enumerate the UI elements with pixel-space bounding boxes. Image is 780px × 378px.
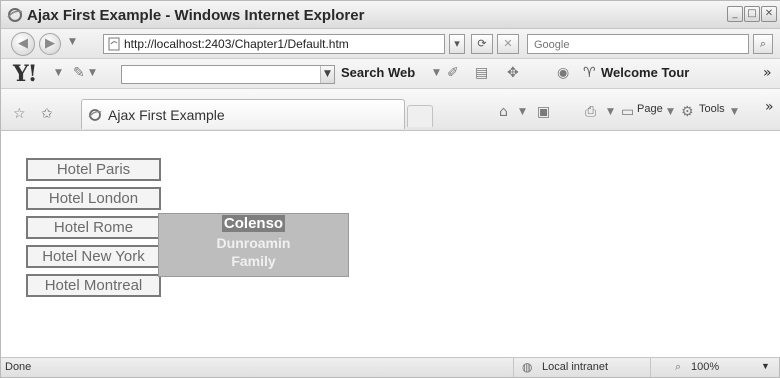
window-controls: _ □ ✕ xyxy=(727,6,777,22)
tools-menu[interactable]: Tools xyxy=(699,103,725,115)
status-text: Done xyxy=(5,361,32,373)
minimize-button[interactable]: _ xyxy=(727,6,743,22)
feeds-icon[interactable]: ▣ xyxy=(537,104,550,120)
hotel-new-york-button[interactable]: Hotel New York xyxy=(26,245,161,268)
tools-gear-icon: ⚙ xyxy=(681,104,694,120)
ie-page-icon xyxy=(88,109,102,121)
hotel-rome-button[interactable]: Hotel Rome xyxy=(26,216,161,239)
popup-line: Family xyxy=(231,253,276,269)
address-url: http://localhost:2403/Chapter1/Default.h… xyxy=(124,37,349,51)
toolbar-overflow-icon[interactable]: » xyxy=(763,65,772,81)
zoom-dropdown-icon[interactable]: ▼ xyxy=(761,361,770,371)
address-row: ◀ ▶ ▼ http://localhost:2403/Chapter1/Def… xyxy=(1,29,780,59)
maximize-button[interactable]: □ xyxy=(744,6,760,22)
refresh-button[interactable]: ⟳ xyxy=(471,34,493,54)
browser-window: Ajax First Example - Windows Internet Ex… xyxy=(0,0,780,378)
welcome-tour-button[interactable]: Welcome Tour xyxy=(601,65,689,80)
page-menu[interactable]: Page xyxy=(637,103,663,115)
yahoo-logo[interactable]: Y! xyxy=(13,61,37,87)
signpost-icon: ♈ xyxy=(583,65,596,81)
compass-icon[interactable]: ✥ xyxy=(507,65,519,81)
history-dropdown-icon[interactable]: ▼ xyxy=(69,37,76,47)
popup-title: Colenso xyxy=(221,215,286,232)
new-tab-button[interactable] xyxy=(407,105,433,127)
title-bar: Ajax First Example - Windows Internet Ex… xyxy=(1,1,780,29)
hotel-paris-button[interactable]: Hotel Paris xyxy=(26,158,161,181)
tools-dropdown-icon[interactable]: ▼ xyxy=(731,107,738,117)
pencil-icon[interactable]: ✎ xyxy=(73,65,85,81)
highlighter-icon[interactable]: ✐ xyxy=(447,65,459,81)
yahoo-search-field[interactable]: ▼ xyxy=(121,65,335,84)
home-icon[interactable]: ⌂ xyxy=(499,104,508,120)
tab-ajax-first-example[interactable]: Ajax First Example xyxy=(81,99,405,129)
page-dropdown-icon[interactable]: ▼ xyxy=(667,107,674,117)
back-button[interactable]: ◀ xyxy=(11,32,35,56)
pencil-dropdown-icon[interactable]: ▼ xyxy=(89,68,96,78)
page-icon xyxy=(108,37,120,51)
hotel-info-popup: Colenso Dunroamin Family xyxy=(158,213,349,277)
home-dropdown-icon[interactable]: ▼ xyxy=(519,107,526,117)
add-favorites-icon[interactable]: ✩ xyxy=(41,106,53,122)
print-dropdown-icon[interactable]: ▼ xyxy=(607,107,614,117)
yahoo-menu-arrow-icon[interactable]: ▼ xyxy=(55,68,62,78)
yahoo-search-dropdown[interactable]: ▼ xyxy=(320,66,334,83)
favorites-star-icon[interactable]: ☆ xyxy=(13,106,26,122)
search-web-dropdown-icon[interactable]: ▼ xyxy=(433,68,440,78)
stop-button[interactable]: ✕ xyxy=(497,34,519,54)
search-input[interactable] xyxy=(532,36,736,54)
tab-row: ☆ ✩ Ajax First Example ⌂ ▼ ▣ ⎙ ▼ ▭ Page … xyxy=(1,89,780,131)
address-bar[interactable]: http://localhost:2403/Chapter1/Default.h… xyxy=(103,34,445,54)
status-bar: Done ◍ Local intranet ⌕ 100% ▼ xyxy=(1,357,779,377)
window-title: Ajax First Example - Windows Internet Ex… xyxy=(27,7,365,24)
popup-line: Dunroamin xyxy=(216,235,291,251)
yahoo-toolbar: Y! ▼ ✎ ▼ ▼ Search Web ▼ ✐ ▤ ✥ ◉ ♈ Welcom… xyxy=(1,59,780,89)
hotel-montreal-button[interactable]: Hotel Montreal xyxy=(26,274,161,297)
tab-title: Ajax First Example xyxy=(108,107,225,123)
zone-label: Local intranet xyxy=(542,361,609,373)
page-content: Hotel Paris Hotel London Hotel Rome Hote… xyxy=(1,131,780,357)
intranet-icon: ◍ xyxy=(522,360,533,374)
close-button[interactable]: ✕ xyxy=(761,6,777,22)
security-zone[interactable]: ◍ Local intranet xyxy=(513,358,651,377)
search-box[interactable] xyxy=(527,34,749,54)
security-icon[interactable]: ◉ xyxy=(557,65,569,81)
print-icon[interactable]: ⎙ xyxy=(585,104,596,120)
zoom-icon: ⌕ xyxy=(675,360,682,373)
page-menu-icon: ▭ xyxy=(621,104,635,120)
zoom-level[interactable]: 100% xyxy=(691,361,719,373)
forward-button[interactable]: ▶ xyxy=(39,33,61,55)
ie-logo-icon xyxy=(7,8,23,22)
search-button[interactable]: ⌕ xyxy=(753,34,773,54)
search-web-button[interactable]: Search Web xyxy=(341,65,415,80)
address-dropdown-button[interactable]: ▾ xyxy=(449,34,465,54)
mail-icon[interactable]: ▤ xyxy=(475,65,488,81)
hotel-london-button[interactable]: Hotel London xyxy=(26,187,161,210)
commandbar-overflow-icon[interactable]: » xyxy=(765,99,774,115)
